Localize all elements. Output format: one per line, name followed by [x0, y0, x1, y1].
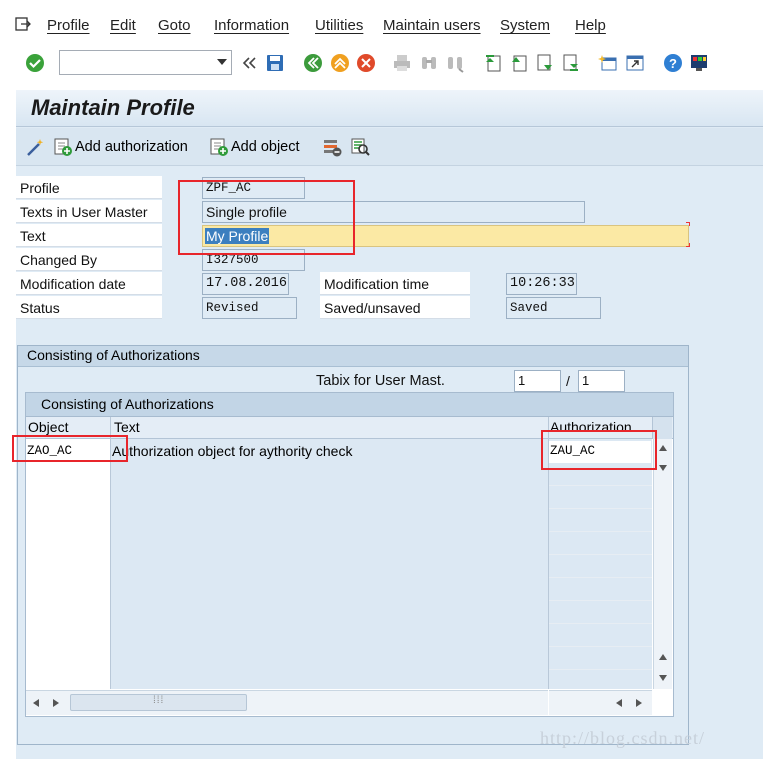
- page-up-icon[interactable]: [659, 654, 667, 660]
- text-label: Text: [20, 228, 46, 244]
- highlight-box: [541, 430, 657, 470]
- required-marker: [686, 243, 690, 247]
- scroll-right-icon[interactable]: [53, 699, 59, 707]
- menu-utilities[interactable]: Utilities: [315, 17, 363, 34]
- mod-time-label: Modification time: [324, 276, 430, 292]
- create-session-icon[interactable]: [597, 52, 619, 74]
- menu-edit[interactable]: Edit: [110, 17, 136, 34]
- add-document-icon: [54, 138, 72, 156]
- first-page-icon[interactable]: [482, 52, 504, 74]
- add-document-icon: [210, 138, 228, 156]
- group-header: Consisting of Authorizations: [18, 346, 688, 367]
- find-next-icon[interactable]: [444, 52, 466, 74]
- page-down-icon[interactable]: [659, 675, 667, 681]
- scroll-up-icon[interactable]: [659, 445, 667, 451]
- shortcut-icon[interactable]: [624, 52, 646, 74]
- menu-maintain-users[interactable]: Maintain users: [383, 17, 481, 34]
- status-label: Status: [20, 300, 60, 316]
- tabix-field[interactable]: 1: [514, 370, 561, 392]
- tabix-separator: /: [566, 373, 570, 389]
- menu-profile[interactable]: Profile: [47, 17, 90, 34]
- horizontal-scrollbar-auth[interactable]: [549, 690, 652, 715]
- mod-date-label: Modification date: [20, 276, 126, 292]
- scroll-left-icon[interactable]: [616, 699, 622, 707]
- changed-by-label: Changed By: [20, 252, 98, 268]
- last-page-icon[interactable]: [560, 52, 582, 74]
- title-bar: Maintain Profile: [16, 90, 763, 127]
- column-text[interactable]: Text: [114, 419, 140, 435]
- layout-icon[interactable]: [688, 52, 710, 74]
- highlight-box: [178, 180, 355, 255]
- scroll-right-icon[interactable]: [636, 699, 642, 707]
- print-icon[interactable]: [391, 52, 413, 74]
- menu-bar: Profile Edit Goto Information Utilities …: [0, 0, 763, 50]
- saved-field[interactable]: Saved: [506, 297, 601, 319]
- delete-row-icon[interactable]: [322, 137, 342, 157]
- add-authorization-button[interactable]: Add authorization: [53, 136, 188, 158]
- horizontal-scrollbar[interactable]: ⁞⁞⁞: [26, 690, 548, 715]
- text-column-bg: [111, 439, 548, 689]
- column-object[interactable]: Object: [28, 419, 68, 435]
- exit-menu-icon[interactable]: [14, 15, 32, 33]
- tabix-label: Tabix for User Mast.: [316, 373, 445, 389]
- back-chevrons-icon[interactable]: [238, 52, 260, 74]
- menu-help[interactable]: Help: [575, 17, 606, 34]
- svg-text:?: ?: [669, 56, 677, 71]
- scroll-thumb[interactable]: ⁞⁞⁞: [70, 694, 247, 711]
- application-toolbar: Add authorization Add object: [16, 128, 763, 166]
- save-icon[interactable]: [264, 52, 286, 74]
- help-icon[interactable]: ?: [662, 52, 684, 74]
- highlight-box: [12, 435, 128, 462]
- profile-label: Profile: [20, 180, 60, 196]
- page-title: Maintain Profile: [31, 95, 195, 120]
- scroll-down-icon[interactable]: [659, 465, 667, 471]
- vertical-scrollbar[interactable]: [653, 439, 672, 689]
- required-marker: [686, 222, 690, 226]
- search-detail-icon[interactable]: [350, 137, 370, 157]
- status-field[interactable]: Revised: [202, 297, 297, 319]
- prev-page-icon[interactable]: [508, 52, 530, 74]
- saved-label: Saved/unsaved: [324, 300, 421, 316]
- tabix-total-field: 1: [578, 370, 625, 392]
- cancel-icon[interactable]: [355, 52, 377, 74]
- texts-label: Texts in User Master: [20, 204, 148, 220]
- exit-icon[interactable]: [329, 52, 351, 74]
- cell-text: Authorization object for aythority check: [112, 443, 353, 459]
- find-icon[interactable]: [418, 52, 440, 74]
- back-icon[interactable]: [302, 52, 324, 74]
- add-object-button[interactable]: Add object: [209, 136, 300, 158]
- scroll-left-icon[interactable]: [33, 699, 39, 707]
- chevron-down-icon[interactable]: [217, 59, 227, 65]
- menu-goto[interactable]: Goto: [158, 17, 191, 34]
- mod-time-field[interactable]: 10:26:33: [506, 273, 577, 295]
- watermark: http://blog.csdn.net/: [540, 728, 705, 748]
- magic-wand-icon[interactable]: [25, 137, 45, 157]
- table-title: Consisting of Authorizations: [26, 393, 673, 417]
- next-page-icon[interactable]: [534, 52, 556, 74]
- auth-column-bg: [549, 439, 652, 689]
- command-field[interactable]: [59, 50, 232, 75]
- enter-icon[interactable]: [24, 52, 46, 74]
- menu-system[interactable]: System: [500, 17, 550, 34]
- menu-information[interactable]: Information: [214, 17, 289, 34]
- object-column-bg: [26, 439, 110, 689]
- mod-date-field[interactable]: 17.08.2016: [202, 273, 289, 295]
